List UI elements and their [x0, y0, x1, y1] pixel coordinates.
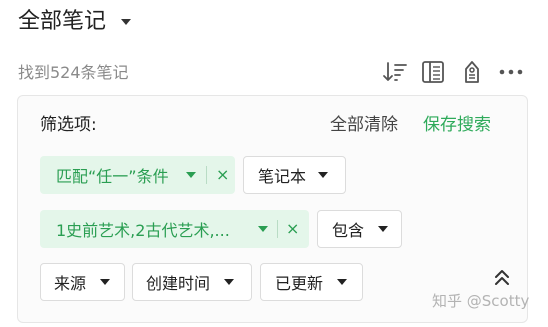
sort-icon[interactable]: [382, 59, 408, 85]
remove-filter-icon[interactable]: ×: [216, 167, 229, 183]
layout-icon[interactable]: [420, 59, 446, 85]
source-filter-dropdown[interactable]: 来源: [40, 263, 125, 301]
tag-filter-chip[interactable]: 1史前艺术,2古代艺术,... ×: [40, 210, 309, 248]
notebook-filter-label: 笔记本: [258, 167, 307, 186]
remove-filter-icon[interactable]: ×: [286, 221, 299, 237]
double-chevron-up-icon[interactable]: [492, 267, 512, 289]
watermark: 知乎 @Scotty: [432, 292, 530, 310]
caret-down-icon: [100, 279, 111, 285]
match-condition-label: 匹配“任一”条件: [56, 167, 169, 186]
notebook-filter-dropdown[interactable]: 笔记本: [243, 156, 346, 194]
save-search-button[interactable]: 保存搜索: [423, 114, 491, 136]
created-time-filter-label: 创建时间: [146, 274, 211, 293]
updated-filter-dropdown[interactable]: 已更新: [260, 263, 363, 301]
chip-divider: [277, 220, 278, 238]
result-count: 找到524条笔记: [18, 63, 129, 82]
clear-all-button[interactable]: 全部清除: [330, 114, 398, 136]
shortcut-icon[interactable]: [459, 59, 485, 85]
more-icon[interactable]: [498, 59, 524, 85]
caret-down-icon: [337, 279, 348, 285]
caret-down-icon[interactable]: [258, 226, 268, 232]
page-title[interactable]: 全部笔记: [18, 8, 106, 36]
caret-down-icon: [318, 172, 329, 178]
caret-down-icon: [224, 279, 235, 285]
source-filter-label: 来源: [54, 274, 87, 293]
caret-down-icon[interactable]: [186, 172, 196, 178]
caret-down-icon: [378, 226, 389, 232]
contains-dropdown[interactable]: 包含: [317, 210, 402, 248]
chip-divider: [206, 166, 207, 184]
match-condition-chip[interactable]: 匹配“任一”条件 ×: [40, 156, 235, 194]
created-time-filter-dropdown[interactable]: 创建时间: [132, 263, 252, 301]
tag-filter-label: 1史前艺术,2古代艺术,...: [56, 221, 230, 240]
filter-label: 筛选项:: [40, 115, 97, 135]
caret-down-icon[interactable]: [121, 19, 131, 25]
contains-label: 包含: [332, 221, 365, 240]
updated-filter-label: 已更新: [275, 274, 324, 293]
